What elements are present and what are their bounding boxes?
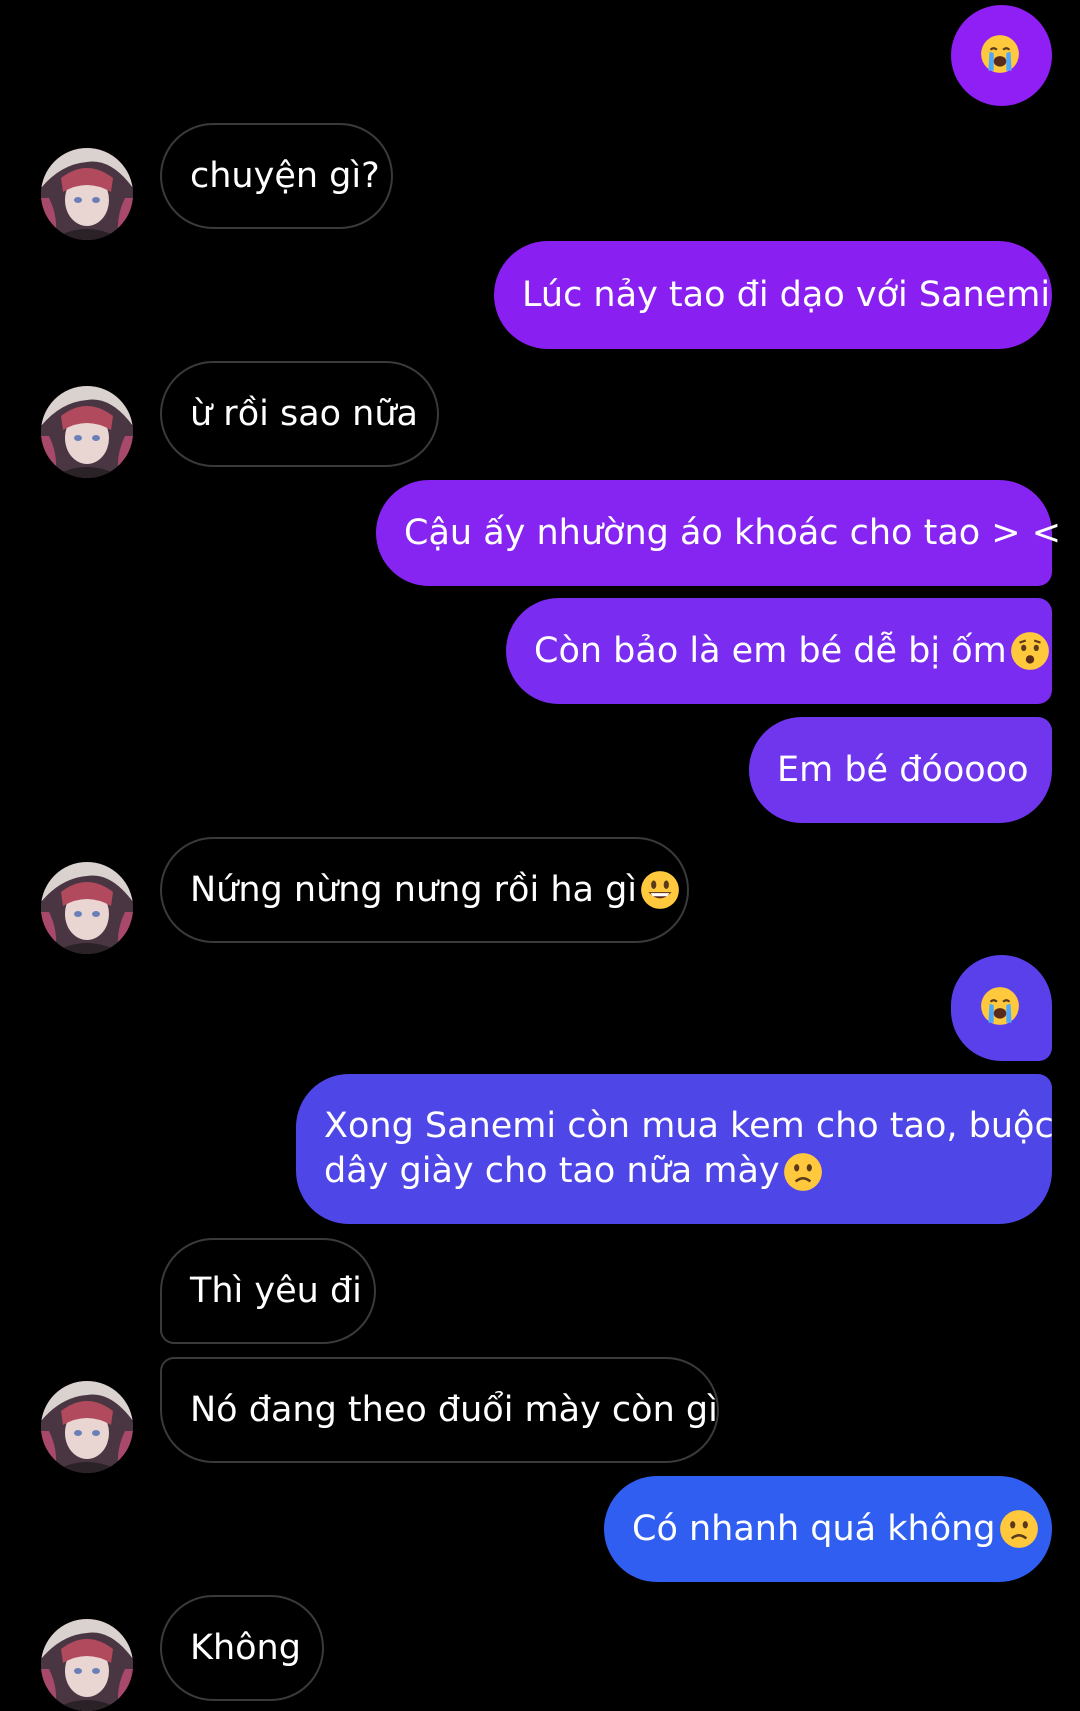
message-outgoing[interactable]: Em bé đóoooo xyxy=(749,717,1052,823)
message-outgoing[interactable]: Còn bảo là em bé dễ bị ốm xyxy=(506,598,1052,704)
worried-face-icon xyxy=(1009,630,1051,672)
message-text: ừ rồi sao nữa xyxy=(190,393,418,434)
contact-avatar[interactable] xyxy=(41,1381,133,1473)
message-incoming[interactable]: Nứng nừng nưng rồi ha gì xyxy=(160,837,689,943)
message-incoming[interactable]: Không xyxy=(160,1595,324,1701)
message-text: Em bé đóoooo xyxy=(777,749,1029,790)
contact-avatar[interactable] xyxy=(41,1619,133,1711)
slightly-frowning-face-icon xyxy=(998,1508,1040,1550)
contact-avatar[interactable] xyxy=(41,148,133,240)
chat-thread[interactable]: chuyện gì? Lúc nảy tao đi dạo với Sanemi… xyxy=(0,0,1080,1711)
message-text-line-1: Xong Sanemi còn mua kem cho tao, buộc xyxy=(324,1106,1054,1146)
message-outgoing[interactable]: Cậu ấy nhường áo khoác cho tao > < xyxy=(376,480,1061,586)
message-text: Còn bảo là em bé dễ bị ốm xyxy=(534,630,1007,671)
message-incoming[interactable]: chuyện gì? xyxy=(160,123,393,229)
message-text: Thì yêu đi xyxy=(190,1270,362,1311)
message-text-line-2: dây giày cho tao nữa mày xyxy=(324,1151,780,1191)
message-outgoing[interactable]: Lúc nảy tao đi dạo với Sanemi xyxy=(494,241,1052,349)
grinning-face-icon xyxy=(639,869,681,911)
message-text: Có nhanh quá không xyxy=(632,1508,996,1549)
slightly-frowning-face-icon xyxy=(782,1151,824,1193)
message-text-line-2-wrap: dây giày cho tao nữa mày xyxy=(324,1149,824,1194)
message-text: Lúc nảy tao đi dạo với Sanemi xyxy=(522,274,1051,315)
message-text: Cậu ấy nhường áo khoác cho tao > < xyxy=(404,512,1062,553)
message-text: Nứng nừng nưng rồi ha gì xyxy=(190,869,638,910)
message-incoming[interactable]: ừ rồi sao nữa xyxy=(160,361,439,467)
contact-avatar[interactable] xyxy=(41,862,133,954)
message-outgoing-emoji[interactable] xyxy=(951,5,1052,106)
message-outgoing[interactable]: Xong Sanemi còn mua kem cho tao, buộc dâ… xyxy=(296,1074,1054,1224)
message-text: chuyện gì? xyxy=(190,155,380,196)
message-incoming[interactable]: Nó đang theo đuổi mày còn gì xyxy=(160,1357,719,1463)
message-outgoing[interactable]: Có nhanh quá không xyxy=(604,1476,1052,1582)
message-incoming[interactable]: Thì yêu đi xyxy=(160,1238,376,1344)
crying-face-icon xyxy=(979,985,1025,1031)
contact-avatar[interactable] xyxy=(41,386,133,478)
message-text: Không xyxy=(190,1627,301,1668)
message-outgoing-emoji[interactable] xyxy=(951,955,1052,1061)
message-text: Nó đang theo đuổi mày còn gì xyxy=(190,1389,718,1430)
crying-face-icon xyxy=(979,33,1025,79)
